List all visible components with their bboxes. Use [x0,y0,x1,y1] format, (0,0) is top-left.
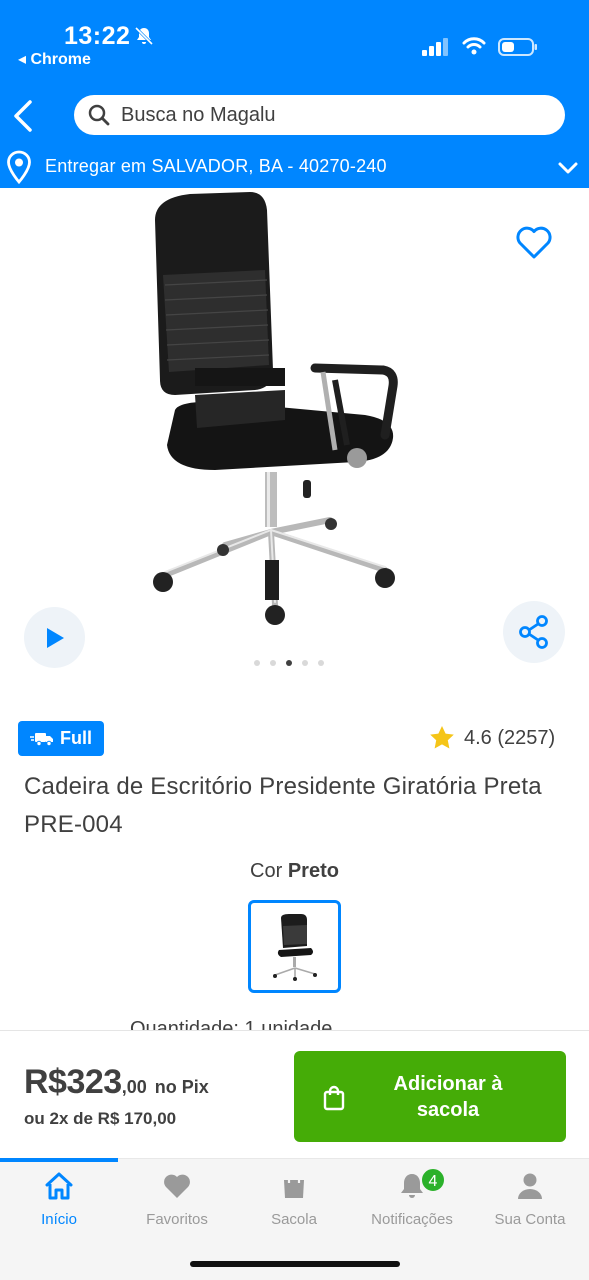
play-video-button[interactable] [24,607,85,668]
carousel-dot[interactable] [270,660,276,666]
search-icon [88,104,110,126]
back-to-app-link[interactable]: ◂ Chrome [18,49,91,69]
color-value: Preto [287,860,339,882]
price-bar: R$323 ,00 no Pix ou 2x de R$ 170,00 Adic… [0,1030,589,1158]
location-pin-icon [7,150,31,184]
back-arrow-icon[interactable] [10,98,38,134]
nav-label-sua-conta: Sua Conta [494,1211,566,1228]
wifi-icon [462,37,486,55]
bag-icon [284,1171,304,1198]
carousel-dot[interactable] [302,660,308,666]
carousel-dot[interactable] [254,660,260,666]
nav-item-sua-conta[interactable]: Sua Conta [471,1159,589,1239]
heart-icon[interactable] [514,224,554,260]
full-badge: Full [18,721,104,756]
price-cents: ,00 [121,1077,147,1097]
play-icon [46,627,64,648]
nav-label-sacola: Sacola [271,1211,317,1228]
price-value: R$323 [24,1063,122,1101]
heart-icon [164,1174,190,1198]
search-input[interactable]: Busca no Magalu [74,95,565,135]
nav-item-favoritos[interactable]: Favoritos [118,1159,236,1239]
search-placeholder: Busca no Magalu [121,103,276,126]
full-badge-label: Full [60,728,92,748]
chair-thumbnail-image [272,913,317,981]
nav-item-sacola[interactable]: Sacola [235,1159,353,1239]
notification-count-badge: 4 [420,1167,446,1193]
add-to-bag-button[interactable]: Adicionar à sacola [294,1051,566,1142]
rating-value: 4.6 (2257) [464,726,556,749]
signal-icon [422,38,448,56]
star-icon [430,726,454,749]
shopping-bag-icon [323,1085,345,1111]
quantity-selector-peek[interactable]: Quantidade: 1 unidade [130,1018,332,1030]
chevron-down-icon[interactable] [556,156,580,180]
nav-label-notificacoes: Notificações [371,1211,453,1228]
user-icon [518,1173,542,1199]
status-time: 13:22 [64,22,131,50]
color-option-thumbnail[interactable] [248,900,341,993]
nav-label-favoritos: Favoritos [146,1211,208,1228]
location-text: Entregar em SALVADOR, BA - 40270-240 [45,156,387,176]
battery-icon [498,38,537,56]
carousel-dot[interactable] [318,660,324,666]
product-image[interactable] [135,190,415,630]
top-header: 13:22 ◂ Chrome Busca no Magalu Entregar … [0,0,589,188]
bell-off-icon [134,26,154,46]
price-installments: ou 2x de R$ 170,00 [24,1109,177,1128]
product-rating[interactable]: 4.6 (2257) [428,724,555,752]
nav-item-notificacoes[interactable]: 4 Notificações [353,1159,471,1239]
share-icon [519,615,548,649]
share-button[interactable] [503,601,565,663]
truck-icon [30,732,53,746]
color-prefix: Cor [250,860,283,882]
image-carousel-dots[interactable] [254,660,324,666]
product-title: Cadeira de Escritório Presidente Giratór… [24,773,542,838]
price-main: R$323 ,00 no Pix [24,1063,209,1102]
nav-label-inicio: Início [41,1211,77,1228]
delivery-location[interactable]: Entregar em SALVADOR, BA - 40270-240 [0,148,589,188]
carousel-dot[interactable] [286,660,292,666]
color-label: Cor Preto [0,860,589,883]
price-pix-label: no Pix [154,1077,209,1097]
home-indicator[interactable] [190,1261,400,1267]
home-icon [45,1172,73,1200]
nav-item-inicio[interactable]: Início [0,1159,118,1239]
add-to-bag-label: Adicionar à sacola [393,1073,503,1121]
